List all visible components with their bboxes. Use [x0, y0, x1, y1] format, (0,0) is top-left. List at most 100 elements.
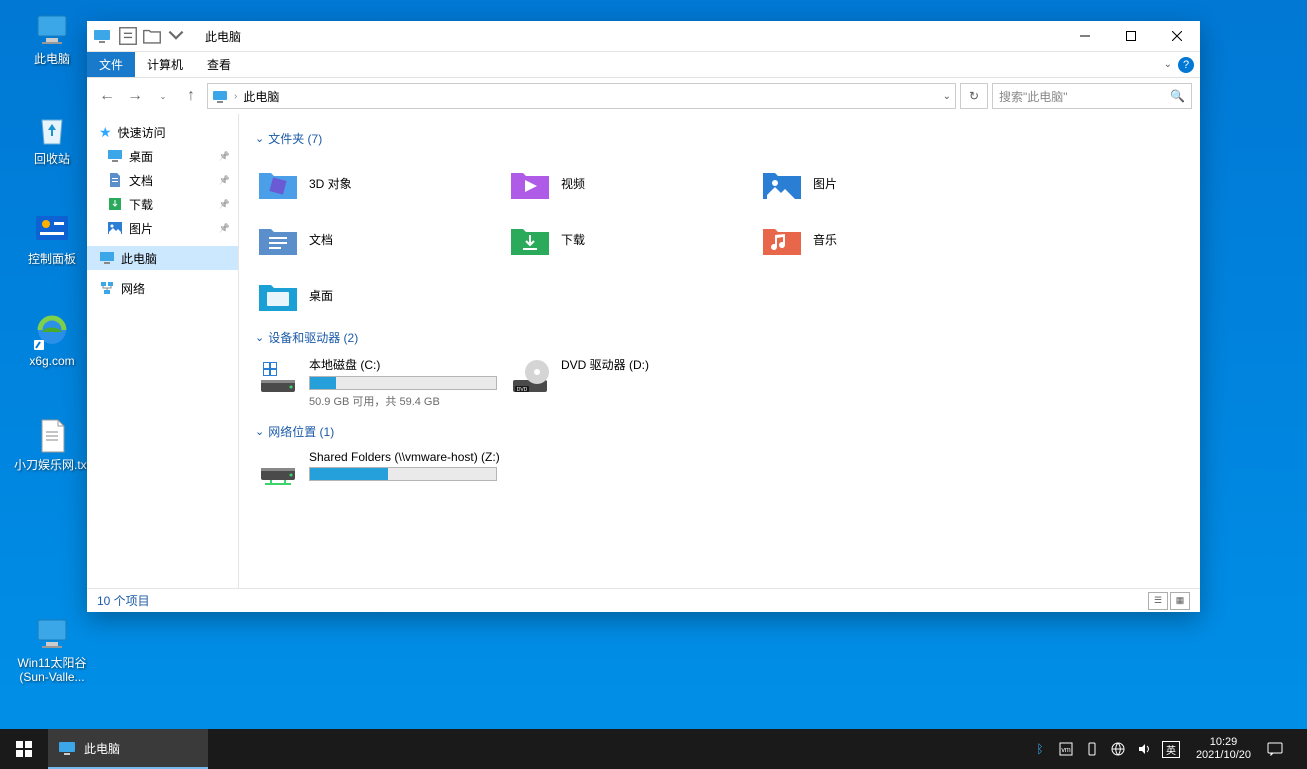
desktop-icon-control-panel[interactable]: 控制面板: [14, 210, 90, 266]
sidebar-item-documents[interactable]: 文档: [87, 168, 238, 192]
music-icon: [761, 221, 803, 257]
view-tiles-button[interactable]: ▦: [1170, 592, 1190, 610]
sidebar-quick-access[interactable]: ★ 快速访问: [87, 120, 238, 144]
sidebar-item-downloads[interactable]: 下载: [87, 192, 238, 216]
ime-indicator[interactable]: 英: [1162, 741, 1180, 758]
search-placeholder: 搜索"此电脑": [999, 88, 1068, 105]
network-tray-icon[interactable]: [1110, 741, 1126, 757]
desktop-icon-recycle[interactable]: 回收站: [14, 110, 90, 166]
back-button[interactable]: ←: [95, 84, 119, 108]
sidebar-this-pc[interactable]: 此电脑: [87, 246, 238, 270]
drive-usage-bar: [309, 467, 497, 481]
sidebar-item-desktop[interactable]: 桌面: [87, 144, 238, 168]
address-bar[interactable]: › 此电脑 ⌄: [207, 83, 956, 109]
sidebar: ★ 快速访问 桌面 文档 下载 图片 此电脑 网络: [87, 114, 239, 588]
folder-label: 音乐: [813, 231, 837, 248]
ribbon-expand-icon[interactable]: ⌄: [1164, 59, 1172, 70]
search-box[interactable]: 搜索"此电脑" 🔍: [992, 83, 1192, 109]
status-bar: 10 个项目 ☰ ▦: [87, 588, 1200, 612]
desktop-icon-txt[interactable]: 小刀娱乐网.txt: [14, 416, 90, 472]
dvd-icon: DVD: [509, 356, 551, 398]
taskbar-app-explorer[interactable]: 此电脑: [48, 729, 208, 769]
folder-label: 视频: [561, 175, 585, 192]
notification-icon[interactable]: [1267, 741, 1283, 757]
folder-3d-objects[interactable]: 3D 对象: [255, 155, 507, 211]
folder-label: 桌面: [309, 287, 333, 304]
3d-icon: [257, 165, 299, 201]
desktop-icon-this-pc[interactable]: 此电脑: [14, 10, 90, 66]
minimize-button[interactable]: [1062, 21, 1108, 52]
sidebar-label: 桌面: [129, 148, 153, 165]
group-folders-header[interactable]: 文件夹 (7): [255, 130, 1184, 147]
drive-name: Shared Folders (\\vmware-host) (Z:): [309, 450, 505, 464]
folder-label: 图片: [813, 175, 837, 192]
download-icon: [509, 221, 551, 257]
drive-c[interactable]: 本地磁盘 (C:) 50.9 GB 可用，共 59.4 GB: [255, 354, 507, 417]
sidebar-network[interactable]: 网络: [87, 276, 238, 300]
start-button[interactable]: [0, 729, 48, 769]
folder-desktop[interactable]: 桌面: [255, 267, 507, 323]
address-dropdown-icon[interactable]: ⌄: [943, 91, 951, 102]
ribbon-tab-file[interactable]: 文件: [87, 52, 135, 77]
clock-date: 2021/10/20: [1196, 749, 1251, 762]
window-icon: [93, 27, 111, 45]
folder-videos[interactable]: 视频: [507, 155, 759, 211]
svg-text:DVD: DVD: [517, 387, 528, 393]
item-count: 10 个项目: [97, 592, 150, 609]
video-icon: [509, 165, 551, 201]
sidebar-label: 此电脑: [121, 250, 157, 267]
desktop-icon-label: 回收站: [14, 152, 90, 166]
star-icon: ★: [99, 124, 112, 141]
folder-documents[interactable]: 文档: [255, 211, 507, 267]
drive-name: 本地磁盘 (C:): [309, 356, 505, 373]
group-netloc-header[interactable]: 网络位置 (1): [255, 423, 1184, 440]
drive-d[interactable]: DVD DVD 驱动器 (D:): [507, 354, 759, 417]
ribbon-tab-view[interactable]: 查看: [195, 52, 243, 77]
desktop-icon-win11[interactable]: Win11太阳谷(Sun-Valle...: [14, 614, 90, 684]
folder-pictures[interactable]: 图片: [759, 155, 1011, 211]
taskbar: 此电脑 ᛒ vm 英 10:29 2021/10/20: [0, 729, 1307, 769]
view-details-button[interactable]: ☰: [1148, 592, 1168, 610]
help-icon[interactable]: ?: [1178, 57, 1194, 73]
clock[interactable]: 10:29 2021/10/20: [1190, 736, 1257, 762]
recent-dropdown[interactable]: ⌄: [151, 84, 175, 108]
ribbon: 文件 计算机 查看 ⌄ ?: [87, 52, 1200, 78]
folder-label: 3D 对象: [309, 175, 352, 192]
maximize-button[interactable]: [1108, 21, 1154, 52]
sidebar-label: 网络: [121, 280, 145, 297]
folder-downloads[interactable]: 下载: [507, 211, 759, 267]
desktop-icon-label: Win11太阳谷(Sun-Valle...: [14, 656, 90, 684]
svg-text:vm: vm: [1061, 747, 1071, 754]
document-icon: [257, 221, 299, 257]
chevron-right-icon: ›: [234, 91, 237, 102]
desktop-icon: [107, 148, 123, 164]
clock-time: 10:29: [1196, 736, 1251, 749]
forward-button[interactable]: →: [123, 84, 147, 108]
qat-properties-icon[interactable]: [117, 25, 139, 47]
desktop-icon-label: x6g.com: [14, 354, 90, 368]
close-button[interactable]: [1154, 21, 1200, 52]
drive-z[interactable]: Shared Folders (\\vmware-host) (Z:): [255, 448, 507, 500]
desktop-icon-link[interactable]: x6g.com: [14, 312, 90, 368]
content-area: 文件夹 (7) 3D 对象 视频 图片 文档 下载 音乐 桌面 设备和驱动器 (…: [239, 114, 1200, 588]
download-icon: [107, 196, 123, 212]
qat-new-folder-icon[interactable]: [141, 25, 163, 47]
sidebar-label: 下载: [129, 196, 153, 213]
vm-tools-icon[interactable]: vm: [1058, 741, 1074, 757]
group-drives-header[interactable]: 设备和驱动器 (2): [255, 329, 1184, 346]
volume-icon[interactable]: [1136, 741, 1152, 757]
refresh-button[interactable]: ↻: [960, 83, 988, 109]
up-button[interactable]: ↑: [179, 84, 203, 108]
picture-icon: [107, 220, 123, 236]
usb-icon[interactable]: [1084, 741, 1100, 757]
bluetooth-icon[interactable]: ᛒ: [1032, 741, 1048, 757]
folder-music[interactable]: 音乐: [759, 211, 1011, 267]
desktop-icon-label: 控制面板: [14, 252, 90, 266]
sidebar-label: 文档: [129, 172, 153, 189]
qat-dropdown-icon[interactable]: [165, 25, 187, 47]
sidebar-item-pictures[interactable]: 图片: [87, 216, 238, 240]
nav-row: ← → ⌄ ↑ › 此电脑 ⌄ ↻ 搜索"此电脑" 🔍: [87, 78, 1200, 114]
titlebar[interactable]: 此电脑: [87, 21, 1200, 52]
quick-access-toolbar: [117, 25, 187, 47]
ribbon-tab-computer[interactable]: 计算机: [135, 52, 195, 77]
